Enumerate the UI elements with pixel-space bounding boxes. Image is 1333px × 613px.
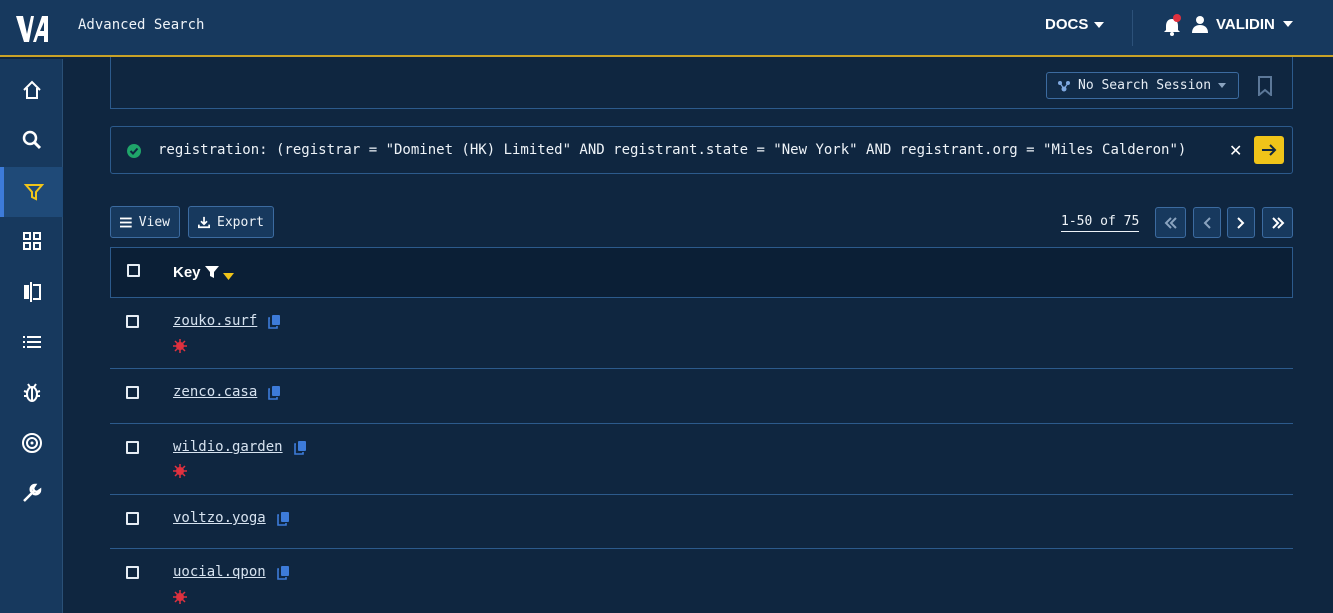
sidebar-item-compare[interactable] [0, 267, 63, 317]
view-button[interactable]: View [110, 206, 180, 238]
search-session-label: No Search Session [1078, 78, 1212, 93]
bookmark-icon [1258, 76, 1272, 98]
next-page-button[interactable] [1227, 207, 1255, 238]
search-icon [22, 130, 41, 150]
sidebar [0, 59, 63, 613]
domain-link[interactable]: zenco.casa [173, 384, 257, 400]
user-label: VALIDIN [1216, 15, 1275, 33]
notifications-button[interactable] [1162, 14, 1182, 38]
row-checkbox[interactable] [126, 566, 139, 579]
copy-button[interactable] [268, 385, 281, 404]
sidebar-item-target[interactable] [0, 418, 63, 468]
key-column-header[interactable]: Key [173, 264, 234, 281]
top-bar: Advanced Search DOCS VALIDIN [0, 0, 1333, 57]
wrench-icon [22, 483, 41, 502]
bug-icon [23, 383, 40, 402]
chevron-down-icon [1094, 21, 1105, 28]
row-checkbox[interactable] [126, 315, 139, 328]
domain-link[interactable]: zouko.surf [173, 313, 257, 329]
filter-icon [23, 184, 44, 201]
domain-link[interactable]: wildio.garden [173, 439, 283, 455]
virus-icon [173, 590, 187, 604]
virus-icon [173, 339, 187, 353]
sort-desc-icon[interactable] [222, 273, 234, 280]
chevron-left-icon [1203, 216, 1211, 229]
export-label: Export [217, 214, 264, 230]
session-icon [1058, 80, 1070, 91]
app-logo[interactable] [0, 0, 63, 57]
sidebar-item-list[interactable] [0, 317, 63, 367]
bell-icon [1164, 14, 1181, 36]
first-page-button[interactable] [1155, 207, 1186, 238]
threat-indicator [173, 338, 187, 357]
threat-indicator [173, 463, 187, 482]
table-header [110, 247, 1293, 298]
row-checkbox[interactable] [126, 386, 139, 399]
threat-indicator [173, 589, 187, 608]
sidebar-item-advanced-search[interactable] [0, 167, 63, 217]
view-label: View [138, 214, 170, 230]
double-chevron-right-icon [1271, 216, 1284, 229]
sidebar-item-dashboard[interactable] [0, 216, 63, 266]
table-row [110, 424, 1293, 495]
copy-icon [268, 315, 280, 329]
copy-icon [294, 441, 306, 455]
sidebar-item-home[interactable] [0, 65, 63, 115]
domain-link[interactable]: voltzo.yoga [173, 510, 266, 526]
search-session-dropdown[interactable]: No Search Session [1046, 72, 1239, 99]
sidebar-item-search[interactable] [0, 115, 63, 165]
row-checkbox[interactable] [126, 512, 139, 525]
query-input[interactable]: registration: (registrar = "Dominet (HK)… [158, 142, 1186, 158]
target-icon [21, 433, 42, 453]
filter-icon[interactable] [204, 266, 219, 279]
row-checkbox[interactable] [126, 441, 139, 454]
pagination-info: 1-50 of 75 [1061, 214, 1140, 232]
query-valid-icon [126, 143, 142, 163]
copy-icon [268, 386, 280, 400]
copy-icon [277, 512, 289, 526]
arrow-right-icon [1262, 144, 1277, 156]
table-row [110, 298, 1293, 369]
run-query-button[interactable] [1254, 136, 1284, 164]
double-chevron-left-icon [1164, 216, 1177, 229]
sidebar-item-threats[interactable] [0, 367, 63, 417]
page-title: Advanced Search [78, 17, 205, 33]
header-divider [1132, 10, 1133, 46]
prev-page-button[interactable] [1193, 207, 1221, 238]
domain-link[interactable]: uocial.qpon [173, 564, 266, 580]
copy-button[interactable] [277, 511, 290, 530]
chevron-down-icon [1282, 21, 1293, 27]
user-menu[interactable]: VALIDIN [1192, 15, 1293, 33]
select-all-checkbox[interactable] [127, 264, 140, 277]
copy-button[interactable] [277, 565, 290, 584]
list-icon [22, 336, 41, 348]
user-icon [1192, 16, 1208, 33]
virus-icon [173, 464, 187, 478]
bookmark-button[interactable] [1257, 76, 1273, 100]
copy-button[interactable] [294, 440, 307, 459]
menu-icon [120, 217, 132, 227]
key-header-label: Key [173, 264, 201, 281]
copy-button[interactable] [268, 314, 281, 333]
last-page-button[interactable] [1262, 207, 1293, 238]
home-icon [22, 80, 41, 99]
table-row [110, 369, 1293, 424]
docs-label: DOCS [1045, 16, 1089, 33]
check-circle-icon [127, 144, 141, 158]
caret-down-icon [1218, 83, 1227, 88]
sidebar-item-tools[interactable] [0, 468, 63, 518]
logo-icon [15, 15, 48, 42]
docs-menu[interactable]: DOCS [1045, 16, 1105, 33]
chevron-right-icon [1237, 216, 1245, 229]
export-button[interactable]: Export [188, 206, 274, 238]
grid-icon [22, 232, 41, 250]
clear-query-button[interactable]: ✕ [1229, 141, 1242, 160]
download-icon [198, 216, 211, 228]
notification-dot [1173, 14, 1181, 22]
copy-icon [277, 566, 289, 580]
compare-icon [23, 282, 41, 302]
